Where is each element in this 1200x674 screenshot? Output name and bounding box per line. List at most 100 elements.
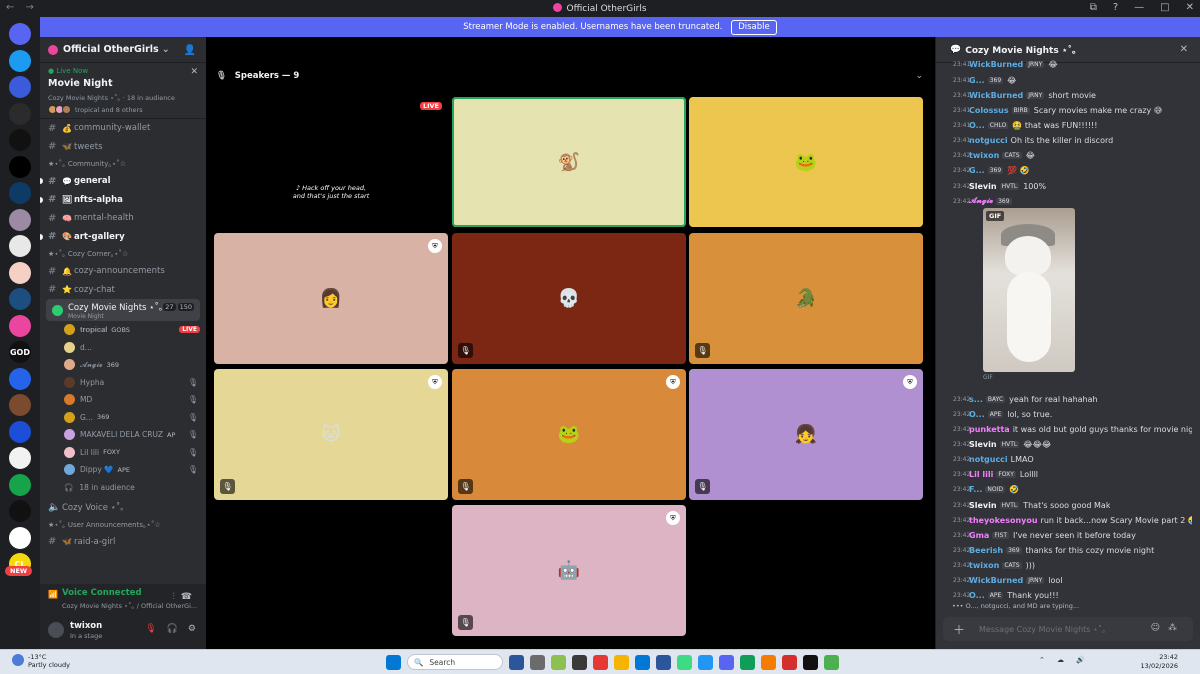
chat-message[interactable]: 23:42 O... APE lol, so true.	[953, 407, 1192, 421]
message-author[interactable]: Lil lili	[969, 470, 993, 479]
taskbar-app-icon[interactable]	[803, 654, 818, 670]
channel-raid-a-girl[interactable]: # 🦋 raid-a-girl	[40, 533, 206, 552]
message-author[interactable]: notgucci	[969, 136, 1008, 145]
voice-user[interactable]: d...	[40, 339, 206, 357]
server-icon[interactable]	[9, 447, 31, 469]
taskbar-app-icon[interactable]	[593, 654, 608, 670]
speaker-tile[interactable]: 👩 ⛨	[214, 233, 448, 364]
taskbar-app-icon[interactable]	[824, 654, 839, 670]
server-icon[interactable]	[9, 526, 31, 549]
message-author[interactable]: G...	[969, 76, 985, 85]
chat-message[interactable]: 23:42 G... 369 💯 🤣	[953, 163, 1192, 177]
taskbar-app-icon[interactable]	[572, 654, 587, 670]
server-icon[interactable]	[9, 129, 31, 151]
server-icon[interactable]	[9, 235, 31, 257]
chat-message[interactable]: 23:42 O... APE Thank you!!!	[953, 588, 1192, 602]
server-icon[interactable]	[9, 155, 31, 178]
chat-message[interactable]: 23:42 Gma FIST I've never seen it before to…	[953, 528, 1192, 542]
message-author[interactable]: O...	[969, 410, 985, 419]
message-author[interactable]: G...	[969, 166, 985, 175]
close-button[interactable]: ✕	[1186, 2, 1194, 13]
minimize-button[interactable]: —	[1134, 2, 1144, 13]
server-icon[interactable]	[9, 420, 31, 443]
disable-streamer-button[interactable]: Disable	[731, 20, 777, 35]
message-author[interactable]: twixon	[969, 151, 999, 160]
server-icon[interactable]	[9, 367, 31, 390]
taskbar-app-icon[interactable]	[761, 654, 776, 670]
server-icon[interactable]	[9, 49, 31, 72]
speaker-tile[interactable]: 🐸 ⛨ 🎙	[452, 369, 686, 500]
message-author[interactable]: O...	[969, 121, 985, 130]
chat-message[interactable]: 23:41 O... CHLO 🤮 that was FUN!!!!!!	[953, 118, 1192, 132]
speaker-tile[interactable]: 🐒	[452, 97, 686, 227]
chat-message[interactable]: 23:41 notgucci Oh its the killer in discor…	[953, 133, 1192, 147]
voice-user[interactable]: 𝐭𝐫𝐨𝐩𝐢𝐜𝐚𝐥 GOBS LIVE	[40, 321, 206, 339]
chat-message[interactable]: 23:42 Slevin HVTL That's sooo good Mak	[953, 498, 1192, 512]
voice-user[interactable]: MAKAVELI DELA CRUZ AP 🎙	[40, 426, 206, 444]
message-author[interactable]: Beerish	[969, 546, 1003, 555]
voice-user[interactable]: Hypha 🎙	[40, 374, 206, 392]
voice-user[interactable]: Lil lili FOXY 🎙	[40, 444, 206, 462]
server-icon[interactable]	[9, 208, 31, 231]
new-servers-pill[interactable]: NEW	[5, 566, 33, 576]
message-author[interactable]: notgucci	[969, 455, 1008, 464]
chat-message[interactable]: 23:42 WickBurned JRNY lool	[953, 573, 1192, 587]
chat-message[interactable]: 23:41 G... 369 😂	[953, 73, 1192, 87]
chat-message[interactable]: 23:42 s... BAYC yeah for real hahahah	[953, 392, 1192, 406]
chat-message[interactable]: 23:42 Slevin HVTL 100%	[953, 179, 1192, 193]
gif-attachment[interactable]: GIF	[983, 208, 1075, 372]
voice-channel-cozy-movie-nights[interactable]: Cozy Movie Nights ⋆˚｡ Movie Night 27 150	[46, 299, 200, 321]
channel-community-wallet[interactable]: # 💰 community-wallet	[40, 119, 206, 138]
live-event-card[interactable]: ● Live Now Movie Night Cozy Movie Nights…	[40, 63, 206, 119]
channel-mental-health[interactable]: # 🧠 mental-health	[40, 209, 206, 228]
server-icon[interactable]	[9, 261, 31, 284]
voice-channel-cozy-voice[interactable]: 🔈 Cozy Voice ⋆˚｡	[40, 498, 206, 517]
message-author[interactable]: twixon	[969, 561, 999, 570]
help-icon[interactable]: ?	[1113, 2, 1118, 13]
voice-user[interactable]: Dippy 💙 APE 🎙	[40, 461, 206, 479]
taskbar-app-icon[interactable]	[530, 654, 545, 670]
chat-message[interactable]: 23:42 punketta it was old but gold guys th…	[953, 422, 1192, 436]
message-author[interactable]: 𝓐𝓷𝓰𝓲𝓮	[969, 196, 993, 206]
headphones-icon[interactable]: 🎧	[167, 624, 178, 634]
avatar[interactable]	[48, 622, 64, 638]
server-icon[interactable]	[9, 314, 31, 337]
window-inbox-icon[interactable]: ⧉	[1090, 2, 1097, 13]
message-author[interactable]: Slevin	[969, 440, 997, 449]
chat-message[interactable]: 23:42 F... NOID 🤣	[953, 482, 1192, 496]
mic-muted-icon[interactable]: 🎙	[145, 624, 156, 634]
server-icon[interactable]: GOD	[9, 341, 31, 363]
close-icon[interactable]: ✕	[1180, 44, 1188, 55]
plus-icon[interactable]: ＋	[953, 621, 965, 638]
system-tray-icons[interactable]: ⌃ ☁ 🔊	[1039, 656, 1090, 664]
message-author[interactable]: F...	[969, 485, 982, 494]
speaker-tile[interactable]: 🐸	[689, 97, 923, 227]
server-icon[interactable]	[9, 102, 31, 125]
taskbar-app-icon[interactable]	[677, 654, 692, 670]
chat-message[interactable]: 23:42 notgucci LMAO	[953, 452, 1192, 466]
server-icon[interactable]	[9, 288, 31, 310]
server-icon[interactable]	[9, 473, 31, 496]
message-author[interactable]: punketta	[969, 425, 1010, 434]
message-author[interactable]: Slevin	[969, 182, 997, 191]
channel-art-gallery[interactable]: # 🎨 art-gallery	[40, 228, 206, 247]
chat-message[interactable]: 23:42 Slevin HVTL 😂😂😂	[953, 437, 1192, 451]
chat-message[interactable]: 23:41 WickBurned JRNY 😂	[953, 57, 1192, 71]
maximize-button[interactable]: □	[1160, 2, 1169, 13]
category-community[interactable]: ★⋆˚｡ Community｡⋆˚☆	[40, 156, 206, 172]
message-author[interactable]: Colossus	[969, 106, 1009, 115]
server-icon[interactable]	[9, 76, 31, 98]
channel-tweets[interactable]: # 🦋 tweets	[40, 138, 206, 157]
chat-message[interactable]: 23:42 theyokesonyou run it back...now Scar…	[953, 513, 1192, 527]
start-icon[interactable]	[386, 654, 401, 670]
message-author[interactable]: s...	[969, 395, 983, 404]
chat-message[interactable]: 23:42 Beerish 369 thanks for this cozy movi…	[953, 543, 1192, 557]
chevron-down-icon[interactable]: ⌄	[915, 71, 923, 81]
chat-message[interactable]: 23:42 Lil lili FOXY Lollll	[953, 467, 1192, 481]
message-author[interactable]: Gma	[969, 531, 989, 540]
emoji-apps-icons[interactable]: ☺⁂	[1151, 623, 1185, 633]
chat-message[interactable]: 23:41 WickBurned JRNY short movie	[953, 88, 1192, 102]
taskbar-app-icon[interactable]	[614, 654, 629, 670]
category-cozy[interactable]: ★⋆˚｡ Cozy Corner｡⋆˚☆	[40, 246, 206, 262]
speaker-tile[interactable]: 🐱 ⛨ 🎙	[214, 369, 448, 500]
